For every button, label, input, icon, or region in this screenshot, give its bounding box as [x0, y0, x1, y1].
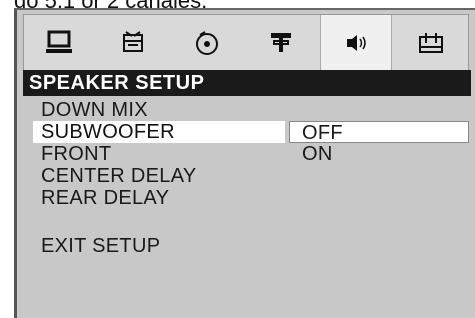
tab-password-setup[interactable]: [396, 15, 466, 71]
menu-item-front[interactable]: FRONT: [41, 143, 111, 165]
menu-title: SPEAKER SETUP: [23, 70, 471, 96]
menu-item-exit-setup[interactable]: EXIT SETUP: [41, 235, 160, 257]
menu-item-rear-delay[interactable]: REAR DELAY: [41, 187, 169, 209]
menu-item-subwoofer[interactable]: SUBWOOFER: [33, 121, 285, 143]
menu-item-center-delay[interactable]: CENTER DELAY: [41, 165, 197, 187]
submenu-option-on[interactable]: ON: [302, 143, 333, 165]
submenu-option-off[interactable]: OFF: [289, 121, 469, 144]
osd-setup-screen: SPEAKER SETUP DOWN MIX SUBWOOFER FRONT C…: [14, 8, 475, 318]
tab-preference-setup[interactable]: [246, 15, 316, 71]
general-setup-icon: [44, 29, 74, 57]
password-setup-icon: [416, 29, 446, 57]
disc-setup-icon: [192, 29, 222, 57]
tab-disc-setup[interactable]: [172, 15, 242, 71]
menu-item-down-mix[interactable]: DOWN MIX: [41, 99, 148, 121]
tab-video-setup[interactable]: [98, 15, 168, 71]
preference-setup-icon: [266, 29, 296, 57]
speaker-setup-icon: [341, 29, 371, 57]
tab-general-setup[interactable]: [24, 15, 94, 71]
setup-icon-bar: [23, 14, 469, 72]
video-setup-icon: [118, 29, 148, 57]
tab-speaker-setup[interactable]: [320, 15, 392, 71]
